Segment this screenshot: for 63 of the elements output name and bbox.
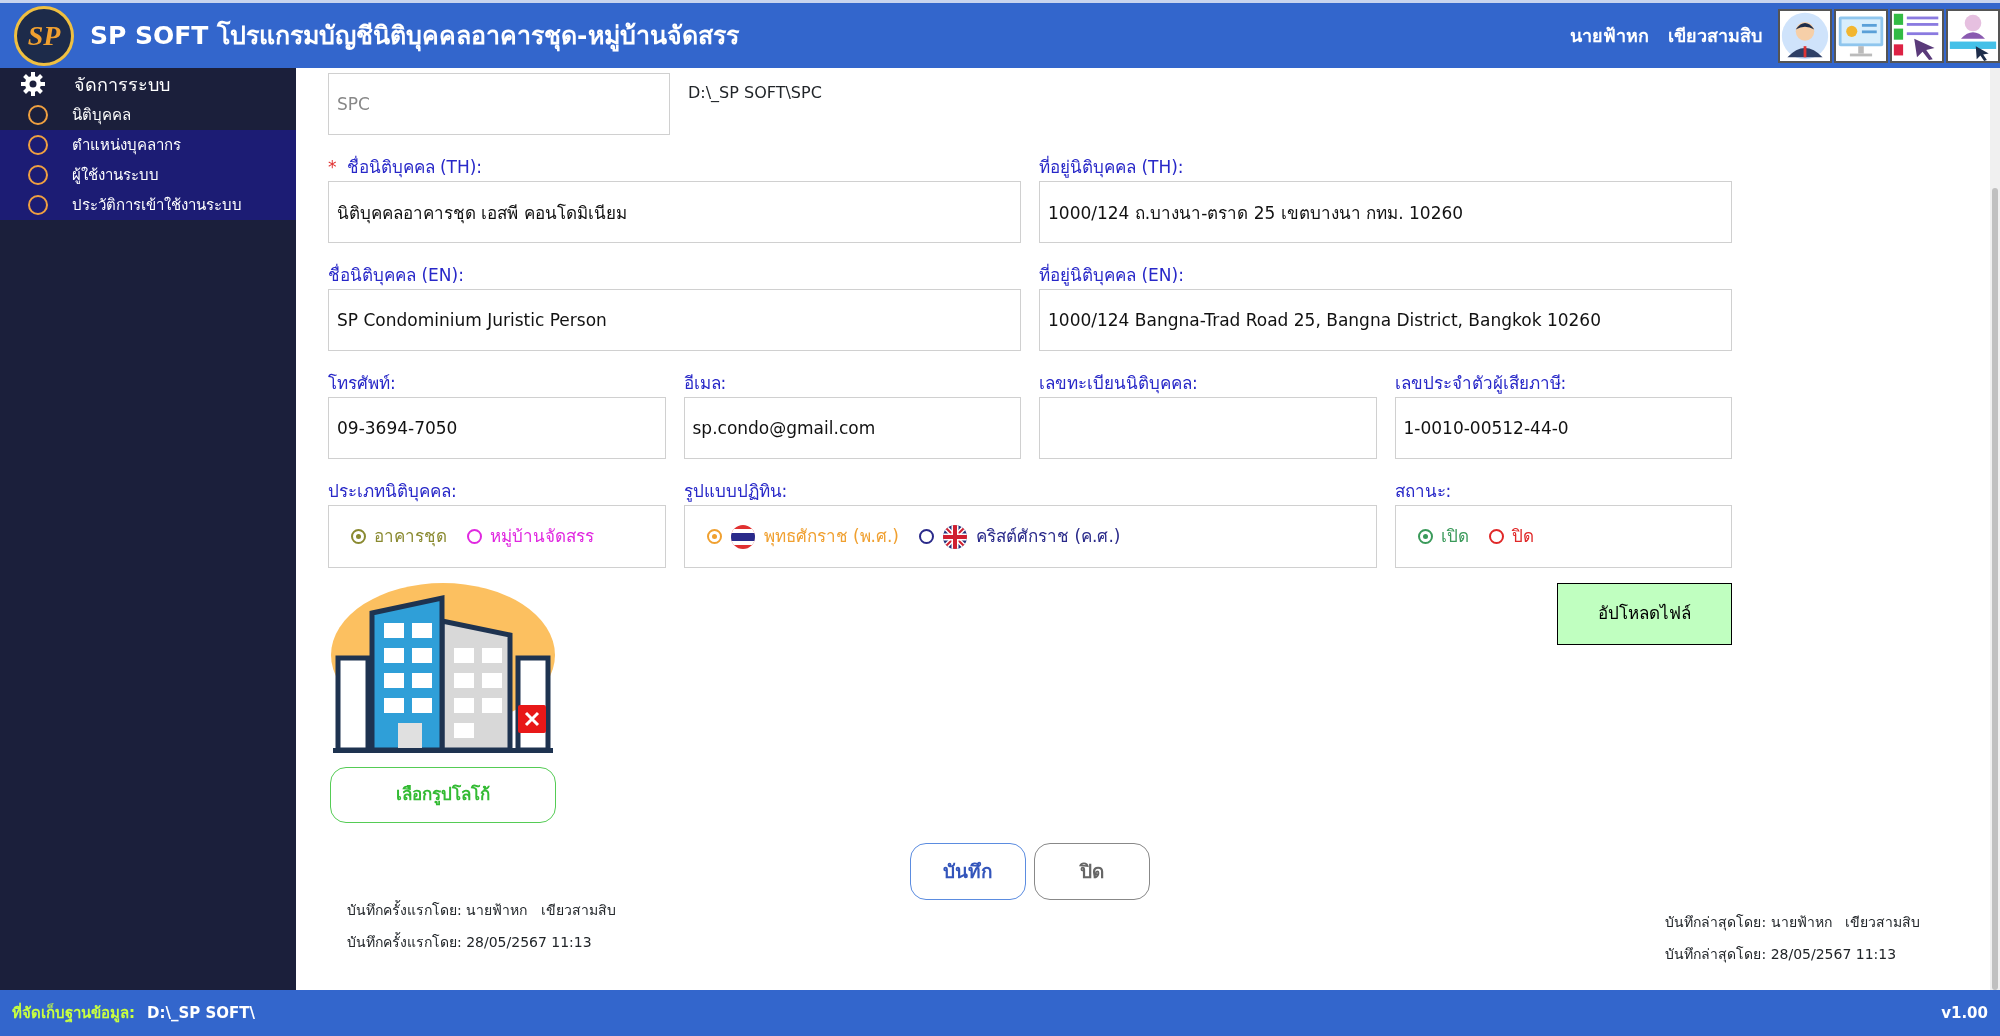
field-label: ชื่อนิติบุคคล (TH):: [346, 157, 483, 177]
monitor-gear-icon[interactable]: [1834, 8, 1888, 63]
settings-icon: [20, 71, 46, 97]
login-icon[interactable]: [1946, 8, 2000, 63]
field-label: ที่อยู่นิติบุคคล (EN):: [1039, 265, 1184, 285]
radio-label: คริสต์ศักราช (ค.ศ.): [976, 524, 1121, 548]
radio-label: ปิด: [1511, 524, 1534, 548]
circle-icon: [28, 195, 48, 215]
input-field[interactable]: sp.condo@gmail.com: [683, 397, 1021, 459]
field-label: ที่อยู่นิติบุคคล (TH):: [1039, 157, 1184, 177]
input-field[interactable]: SP Condominium Juristic Person: [328, 289, 1021, 351]
field-label: ชื่อนิติบุคคล (EN):: [328, 265, 464, 285]
meta-text: บันทึกล่าสุดโดย: 28/05/2567 11:13: [1665, 945, 1898, 965]
radio-button[interactable]: [1488, 529, 1504, 544]
meta-text: บันทึกครั้งแรกโดย: 28/05/2567 11:13: [347, 931, 593, 952]
sidebar-item[interactable]: ตำแหน่งบุคลากร: [0, 130, 296, 160]
radio-button[interactable]: [467, 529, 482, 544]
sidebar-item[interactable]: ประวัติการเข้าใช้งานระบบ: [0, 190, 296, 220]
circle-icon: [28, 165, 48, 185]
close-button[interactable]: ปิด: [1034, 843, 1150, 900]
field-label: โทรศัพท์:: [328, 373, 396, 393]
upload-button[interactable]: อัปโหลดไฟล์: [1557, 583, 1732, 645]
meta-text: บันทึกครั้งแรกโดย: นายฟ้าหก เขียวสามสิบ: [347, 899, 616, 920]
save-button[interactable]: บันทึก: [910, 843, 1026, 900]
radio-label: พุทธศักราช (พ.ศ.): [763, 524, 899, 549]
version-text: v1.00: [1941, 1002, 1988, 1024]
field-label: อีเมล:: [683, 373, 727, 393]
list-cursor-icon[interactable]: [1890, 8, 1944, 63]
input-field[interactable]: [1039, 397, 1377, 459]
radio-label: อาคารชุด: [374, 524, 447, 549]
folder-path: D:\_SP SOFT\SPC: [688, 82, 822, 104]
sidebar-item[interactable]: ผู้ใช้งานระบบ: [0, 160, 296, 190]
field-label: สถานะ:: [1394, 480, 1453, 503]
field-label: เลขประจำตัวผู้เสียภาษี:: [1394, 373, 1567, 393]
input-field[interactable]: 1-0010-00512-44-0: [1394, 397, 1732, 459]
status-label: ที่จัดเก็บฐานข้อมูล:: [12, 1001, 135, 1025]
field-label: รูปแบบปฏิทิน:: [683, 480, 789, 504]
scrollbar[interactable]: [1990, 68, 2000, 990]
radio-label: เปิด: [1440, 524, 1469, 548]
field-label: เลขทะเบียนนิติบุคคล:: [1039, 373, 1198, 393]
radio-label: หมู่บ้านจัดสรร: [490, 524, 594, 549]
delete-icon[interactable]: [518, 705, 546, 733]
input-field[interactable]: 09-3694-7050: [328, 397, 666, 459]
radio-button[interactable]: [1417, 529, 1433, 544]
radio-button[interactable]: [706, 529, 722, 544]
input-field[interactable]: 1000/124 Bangna-Trad Road 25, Bangna District, Bangkok 10260: [1039, 289, 1732, 351]
user-name: นายฟ้าหก เขียวสามสิบ: [1570, 24, 1762, 48]
circle-icon: [28, 135, 48, 155]
flag-icon: [729, 523, 756, 550]
input-field[interactable]: 1000/124 ถ.บางนา-ตราด 25 เขตบางนา กทม. 10260: [1039, 181, 1732, 243]
app-title: SP SOFT โปรแกรมบัญชีนิติบุคคลอาคารชุด-หมู่บ้านจัดสรร: [90, 19, 739, 54]
required-mark: *: [328, 157, 337, 177]
circle-icon: [28, 105, 48, 125]
radio-button[interactable]: [351, 529, 366, 544]
database-path: D:\_SP SOFT\: [147, 1002, 255, 1024]
sidebar-group[interactable]: จัดการระบบ: [0, 68, 296, 100]
logo: SP: [14, 5, 74, 66]
input-field[interactable]: นิติบุคคลอาคารชุด เอสพี คอนโดมิเนียม: [328, 181, 1021, 243]
avatar-icon[interactable]: [1778, 8, 1832, 63]
field-label: ประเภทนิติบุคคล:: [328, 480, 458, 504]
flag-icon: [942, 523, 968, 550]
meta-text: บันทึกล่าสุดโดย: นายฟ้าหก เขียวสามสิบ: [1665, 913, 1920, 933]
radio-button[interactable]: [919, 529, 934, 544]
